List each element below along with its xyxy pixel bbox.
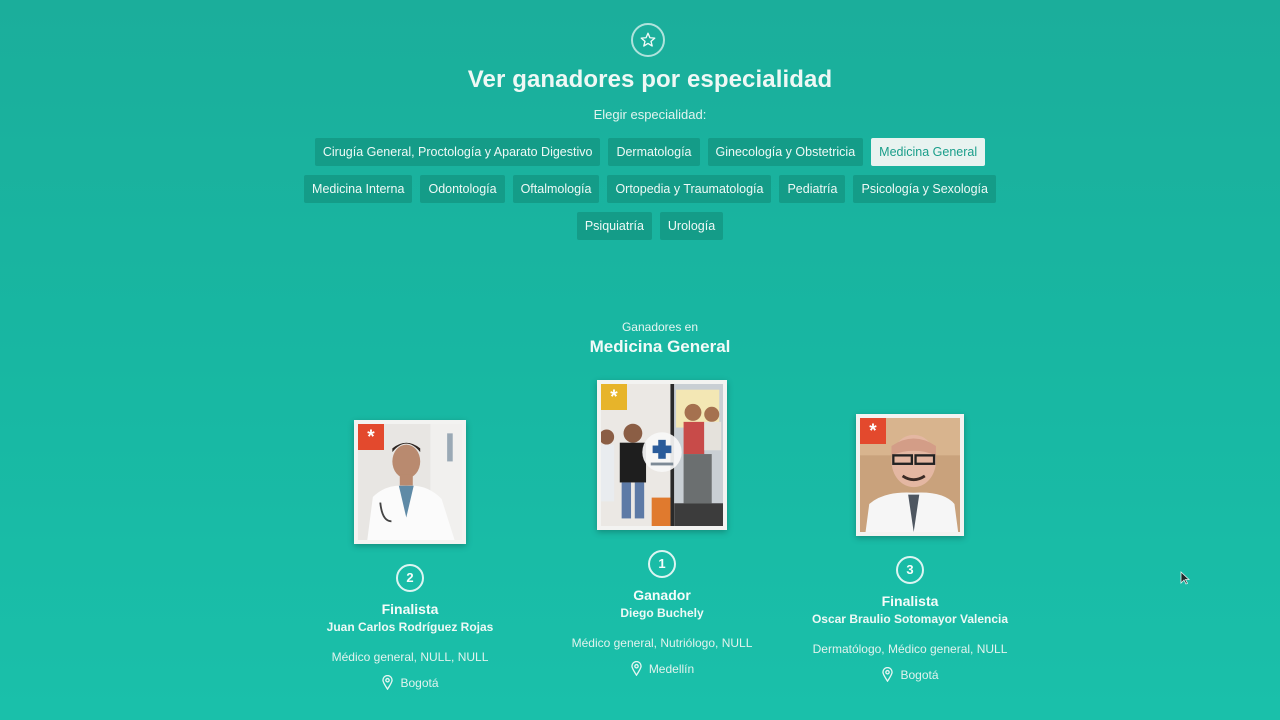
mouse-cursor-icon	[1180, 571, 1190, 585]
choose-specialty-label: Elegir especialidad:	[593, 107, 707, 122]
winner-status: Finalista	[881, 593, 939, 609]
specialty-chip-dermatologia[interactable]: Dermatología	[608, 138, 700, 166]
doctor-location: Bogotá	[790, 667, 1030, 682]
doctor-specialties: Dermatólogo, Médico general, NULL	[812, 642, 1008, 656]
winner-card-1[interactable]: * 1 Ganador Diego Buchely Médico general…	[541, 380, 783, 676]
specialty-chip-ginecologia[interactable]: Ginecología y Obstetricia	[707, 138, 864, 166]
winner-card-2[interactable]: * 2 Finalista Juan Carlos Rodríguez Roja…	[290, 420, 530, 690]
map-pin-icon	[381, 675, 394, 690]
specialty-chip-odontologia[interactable]: Odontología	[420, 175, 505, 203]
map-pin-icon	[881, 667, 894, 682]
specialty-chip-psicologia[interactable]: Psicología y Sexología	[853, 175, 996, 203]
rank-number: 3	[896, 556, 924, 584]
doctor-photo[interactable]: *	[597, 380, 727, 530]
specialty-chip-psiquiatria[interactable]: Psiquiatría	[576, 212, 652, 240]
specialty-chip-list: Cirugía General, Proctología y Aparato D…	[290, 138, 1010, 240]
rank-number: 1	[648, 550, 676, 578]
city-label: Medellín	[648, 661, 695, 676]
page-title: Ver ganadores por especialidad	[467, 66, 833, 93]
badge-flower-icon: *	[860, 418, 886, 444]
specialty-chip-oftalmologia[interactable]: Oftalmología	[512, 175, 600, 203]
doctor-name[interactable]: Diego Buchely	[541, 606, 783, 620]
doctor-specialties: Médico general, Nutriólogo, NULL	[571, 636, 753, 650]
winners-subtitle: Ganadores en	[621, 320, 699, 334]
star-icon	[631, 23, 665, 57]
badge-flower-icon: *	[358, 424, 384, 450]
badge-flower-icon: *	[601, 384, 627, 410]
doctor-location: Medellín	[541, 661, 783, 676]
doctor-photo[interactable]: *	[856, 414, 964, 536]
winner-card-3[interactable]: * 3 Finalista Oscar Braulio Sotomayor Va…	[790, 414, 1030, 682]
page: Ver ganadores por especialidad Elegir es…	[0, 0, 1280, 720]
winner-status: Finalista	[381, 601, 439, 617]
doctor-location: Bogotá	[290, 675, 530, 690]
specialty-chip-ortopedia[interactable]: Ortopedia y Traumatología	[607, 175, 772, 203]
specialty-chip-urologia[interactable]: Urología	[659, 212, 724, 240]
winner-status: Ganador	[633, 587, 691, 603]
specialty-chip-pediatria[interactable]: Pediatría	[779, 175, 846, 203]
specialty-chip-medicina-general[interactable]: Medicina General	[871, 138, 986, 166]
winners-specialty-title: Medicina General	[589, 337, 731, 356]
doctor-photo[interactable]: *	[354, 420, 466, 544]
city-label: Bogotá	[900, 667, 939, 682]
rank-number: 2	[396, 564, 424, 592]
doctor-name[interactable]: Juan Carlos Rodríguez Rojas	[290, 620, 530, 634]
specialty-chip-cirugia-general[interactable]: Cirugía General, Proctología y Aparato D…	[314, 138, 601, 166]
specialty-chip-medicina-interna[interactable]: Medicina Interna	[304, 175, 413, 203]
doctor-specialties: Médico general, NULL, NULL	[331, 650, 489, 664]
map-pin-icon	[630, 661, 643, 676]
city-label: Bogotá	[400, 675, 439, 690]
doctor-name[interactable]: Oscar Braulio Sotomayor Valencia	[790, 612, 1030, 626]
